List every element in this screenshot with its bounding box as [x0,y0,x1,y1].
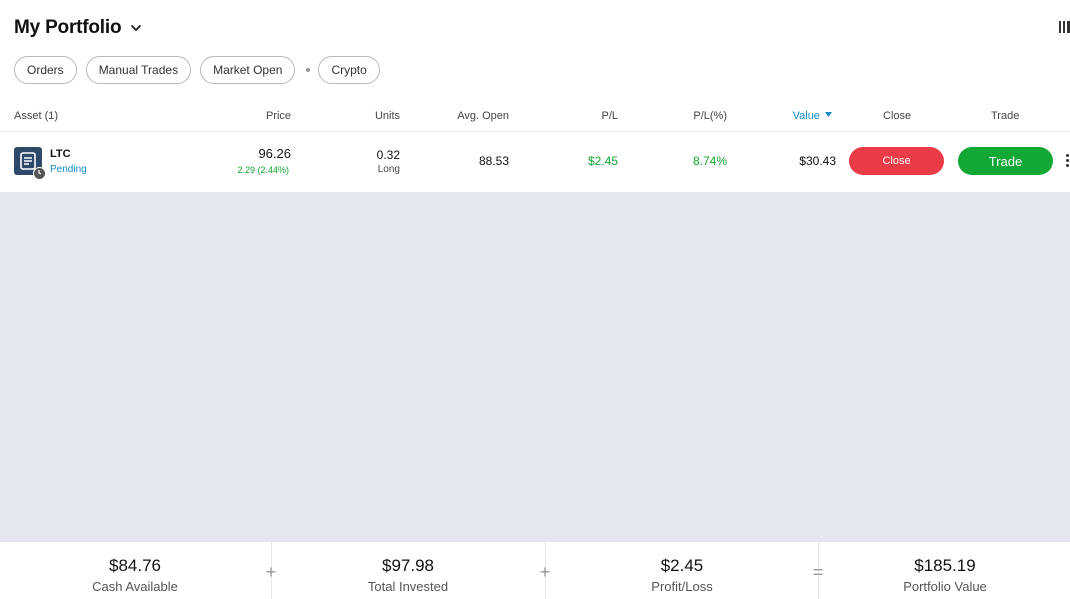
position-value: $30.43 [799,154,836,168]
cash-available-stat: $84.76 Cash Available [0,542,270,599]
filter-bar: Orders Manual Trades Market Open Crypto [14,56,389,84]
pl-pct-value: 8.74% [692,154,727,168]
cash-available-label: Cash Available [92,579,178,594]
col-price[interactable]: Price [266,110,291,122]
layout-toggle-icon[interactable] [1058,20,1070,34]
col-trade: Trade [991,110,1020,122]
pending-clock-icon [33,167,46,180]
col-pl[interactable]: P/L [601,110,618,122]
table-header: Asset (1) Price Units Avg. Open P/L P/L(… [0,104,1070,130]
profit-loss-value: $2.45 [660,556,704,575]
portfolio-value-stat: $185.19 Portfolio Value [820,542,1070,599]
profit-loss-label: Profit/Loss [651,579,713,594]
price-value: 96.26 [258,146,291,161]
total-invested-value: $97.98 [382,556,434,575]
portfolio-summary: $84.76 Cash Available + $97.98 Total Inv… [0,541,1070,599]
filter-orders[interactable]: Orders [14,56,77,84]
empty-list-area [0,192,1070,541]
price-change: 2.29 (2.44%) [237,165,289,175]
table-row[interactable]: LTC Pending 96.26 2.29 (2.44%) 0.32 Long… [0,132,1070,191]
filter-market-open[interactable]: Market Open [200,56,296,84]
trade-button[interactable]: Trade [958,147,1053,175]
total-invested-label: Total Invested [367,579,449,594]
sort-desc-caret-icon [825,112,832,117]
pl-value: $2.45 [587,154,618,168]
filter-crypto[interactable]: Crypto [318,56,380,84]
portfolio-page: My Portfolio Orders Manual Trades Market… [0,0,1070,599]
total-invested-stat: $97.98 Total Invested [273,542,543,599]
col-avg-open[interactable]: Avg. Open [457,110,509,122]
col-asset[interactable]: Asset (1) [14,110,58,122]
portfolio-value: $185.19 [914,556,976,575]
cash-available-value: $84.76 [109,556,161,575]
portfolio-title-dropdown[interactable]: My Portfolio [14,17,143,39]
filter-manual-trades[interactable]: Manual Trades [85,56,192,84]
close-button[interactable]: Close [849,147,944,175]
page-title: My Portfolio [14,17,122,38]
asset-status: Pending [50,164,87,175]
header: My Portfolio [0,0,1070,56]
kebab-menu-icon[interactable] [1066,154,1070,168]
col-value[interactable]: Value [793,110,832,122]
chevron-down-icon [131,25,142,31]
col-close: Close [883,110,912,122]
col-units[interactable]: Units [375,110,400,122]
direction-value: Long [377,164,400,175]
filter-separator-dot [306,68,311,72]
profit-loss-stat: $2.45 Profit/Loss [547,542,817,599]
asset-symbol[interactable]: LTC [50,148,71,160]
avg-open-value: 88.53 [478,154,509,168]
col-pl-pct[interactable]: P/L(%) [693,110,727,122]
portfolio-value-label: Portfolio Value [903,579,987,594]
units-value: 0.32 [376,148,400,162]
col-value-label: Value [792,110,820,122]
